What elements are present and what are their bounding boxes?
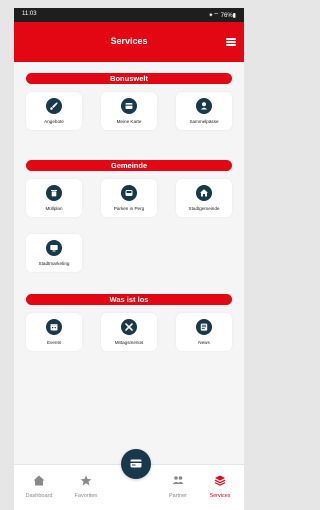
status-bar: 11:03 ⁕⌔ 76%▮ xyxy=(14,8,244,22)
tile-label: Meine Karte xyxy=(116,119,142,124)
section-header-gemeinde: Gemeinde xyxy=(26,160,232,171)
home-icon xyxy=(33,475,45,486)
tile-parken[interactable]: Parken in Perg xyxy=(101,179,157,217)
rocket-icon xyxy=(46,98,62,114)
tile-label: Stadtgemeinde xyxy=(188,206,220,211)
nav-label: Favoriten xyxy=(74,493,98,499)
status-indicators: ⁕⌔ 76%▮ xyxy=(208,13,236,19)
nav-label: Partner xyxy=(168,493,188,499)
card-fab-button[interactable] xyxy=(121,449,151,479)
card-icon xyxy=(130,459,142,468)
calendar-icon xyxy=(46,319,62,335)
status-time: 11:03 xyxy=(22,11,37,17)
tile-angebote[interactable]: Angebote xyxy=(26,92,82,130)
menu-icon[interactable] xyxy=(226,38,236,46)
tile-label: Müllplan xyxy=(45,206,63,211)
tile-label: News xyxy=(198,340,210,345)
tile-label: Stadtmarketing xyxy=(38,261,70,266)
tile-mittagsmenues[interactable]: Mittagsmenüs xyxy=(101,313,157,351)
cutlery-icon xyxy=(121,319,137,335)
card-icon xyxy=(121,98,137,114)
user-icon xyxy=(196,98,212,114)
monitor-icon xyxy=(46,240,62,256)
tile-label: Sammelpässe xyxy=(189,119,219,124)
tile-sammelpaesse[interactable]: Sammelpässe xyxy=(176,92,232,130)
phone-screen: 11:03 ⁕⌔ 76%▮ Services Bonuswelt Angebot… xyxy=(14,8,244,510)
partners-icon xyxy=(172,476,184,484)
news-icon xyxy=(196,319,212,335)
nav-label: Dashboard xyxy=(25,493,53,499)
nav-label: Services xyxy=(209,493,231,499)
tile-events[interactable]: Events xyxy=(26,313,82,351)
nav-partner[interactable]: Partner xyxy=(158,473,198,499)
trash-icon xyxy=(46,185,62,201)
tile-meine-karte[interactable]: Meine Karte xyxy=(101,92,157,130)
nav-favoriten[interactable]: Favoriten xyxy=(66,473,106,499)
tile-label: Events xyxy=(46,340,62,345)
home-icon xyxy=(196,185,212,201)
nav-dashboard[interactable]: Dashboard xyxy=(19,473,59,499)
tile-stadtgemeinde[interactable]: Stadtgemeinde xyxy=(176,179,232,217)
tile-label: Angebote xyxy=(44,119,64,124)
star-icon xyxy=(80,475,92,486)
tile-label: Mittagsmenüs xyxy=(114,340,144,345)
tile-stadtmarketing[interactable]: Stadtmarketing xyxy=(26,234,82,272)
nav-services[interactable]: Services xyxy=(200,473,240,499)
tile-label: Parken in Perg xyxy=(113,206,145,211)
tile-muellplan[interactable]: Müllplan xyxy=(26,179,82,217)
section-header-bonuswelt: Bonuswelt xyxy=(26,73,232,84)
tile-news[interactable]: News xyxy=(176,313,232,351)
page-title: Services xyxy=(110,36,148,46)
layers-icon xyxy=(214,475,226,486)
car-icon xyxy=(121,185,137,201)
app-header: Services xyxy=(14,22,244,62)
section-header-was-ist-los: Was ist los xyxy=(26,294,232,305)
